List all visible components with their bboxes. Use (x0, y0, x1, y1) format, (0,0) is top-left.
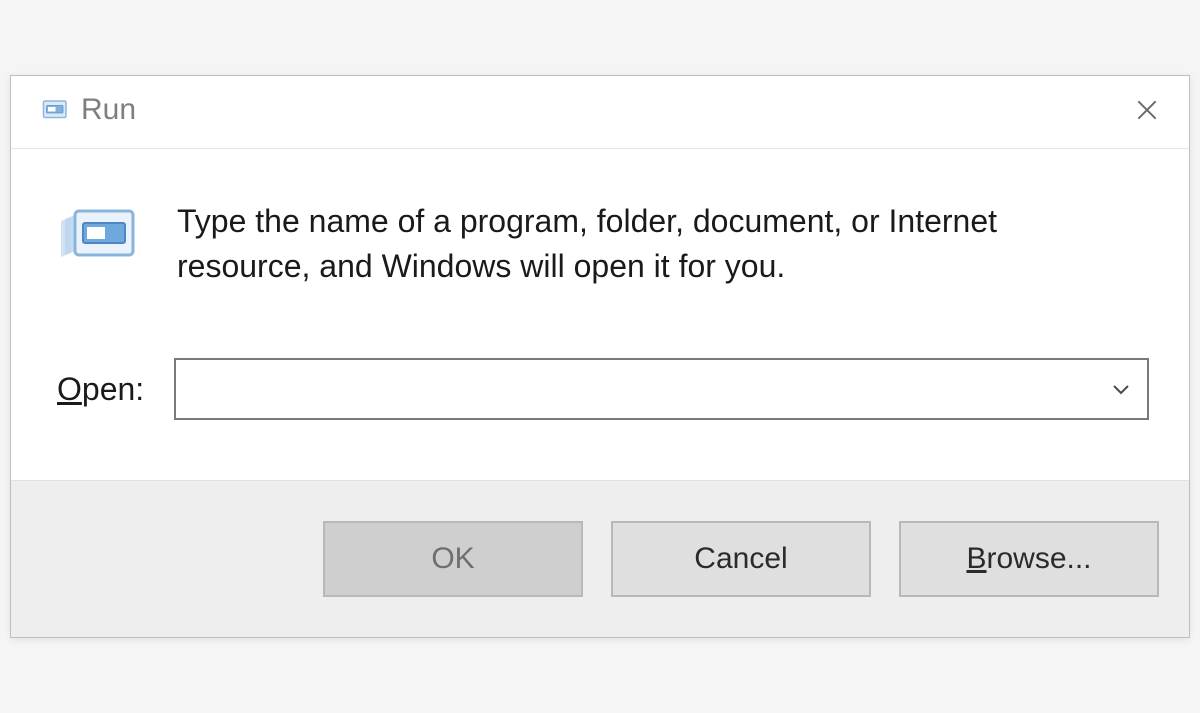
titlebar-left: Run (39, 93, 136, 127)
browse-button[interactable]: Browse... (899, 521, 1159, 597)
dialog-footer: OK Cancel Browse... (11, 480, 1189, 637)
open-input[interactable] (190, 373, 1109, 405)
ok-button[interactable]: OK (323, 521, 583, 597)
run-dialog: Run Type the name of a program, folder, … (10, 75, 1190, 639)
close-button[interactable] (1125, 88, 1169, 132)
open-row: Open: (57, 358, 1149, 420)
description-row: Type the name of a program, folder, docu… (57, 199, 1149, 289)
close-icon (1134, 97, 1160, 123)
chevron-down-icon (1109, 377, 1133, 401)
window-title: Run (81, 93, 136, 127)
cancel-button[interactable]: Cancel (611, 521, 871, 597)
run-icon (39, 97, 69, 123)
titlebar: Run (11, 76, 1189, 149)
run-icon-large (57, 203, 141, 267)
dialog-content: Type the name of a program, folder, docu… (11, 149, 1189, 481)
open-combobox[interactable] (174, 358, 1149, 420)
description-text: Type the name of a program, folder, docu… (177, 199, 1097, 289)
open-label: Open: (57, 371, 144, 408)
